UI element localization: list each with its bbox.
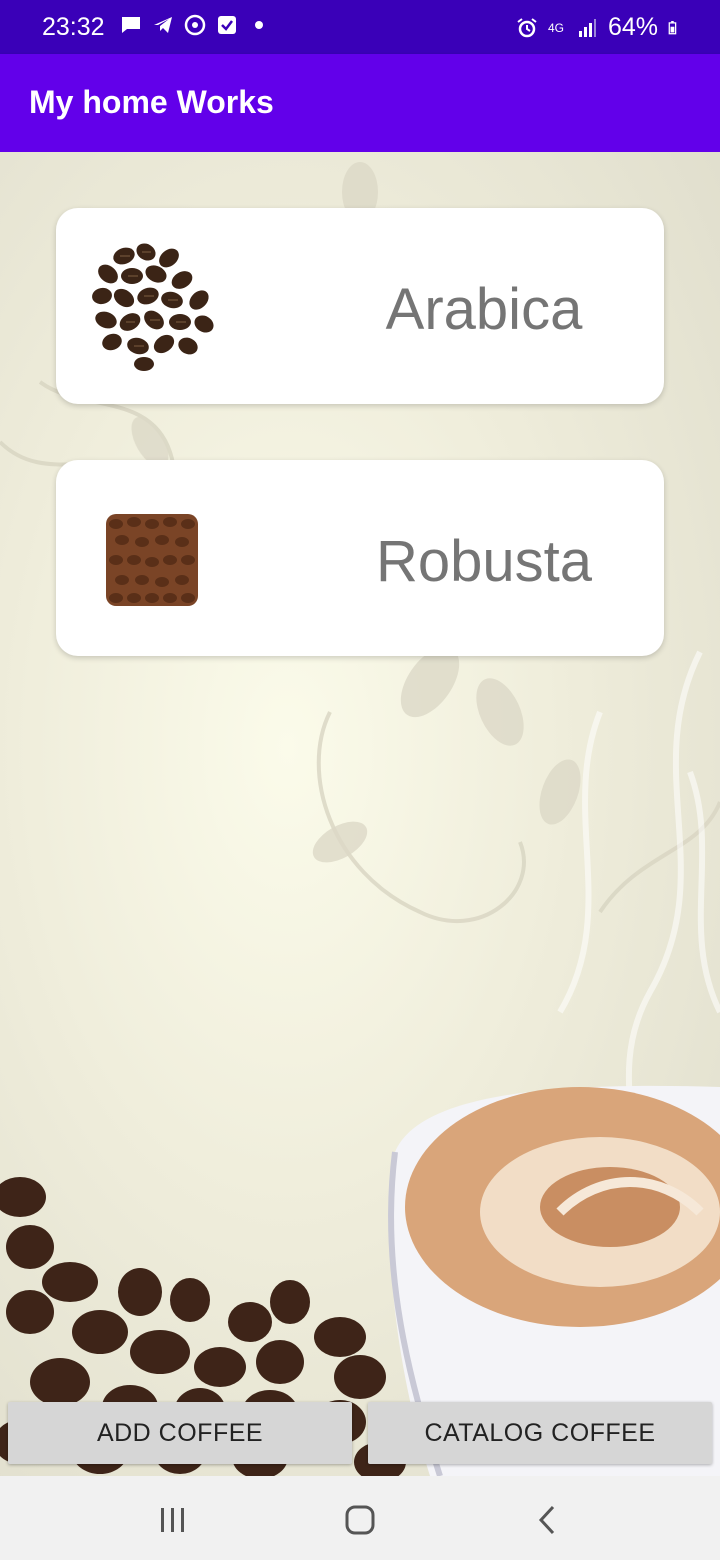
coffee-card-arabica[interactable]: Arabica (56, 208, 664, 404)
card-label-arabica: Arabica (385, 277, 583, 342)
message-icon (122, 17, 140, 33)
battery-icon (668, 20, 677, 34)
coffee-background: Arabica Robusta (0, 152, 720, 1476)
coffee-beans-pile-icon (92, 243, 214, 371)
status-time: 23:32 (42, 13, 105, 41)
app-title: My home Works (29, 84, 274, 120)
battery-percent: 64% (607, 13, 658, 41)
telegram-icon (154, 17, 172, 33)
dot-icon (255, 21, 263, 29)
network-type: 4G (547, 20, 564, 35)
system-status: 4G 64% (516, 13, 682, 42)
catalog-coffee-button[interactable]: CATALOG COFFEE (368, 1402, 712, 1464)
app-bar: My home Works (0, 54, 720, 152)
navigation-bar (0, 1476, 720, 1560)
back-icon[interactable] (535, 1504, 559, 1536)
recents-icon[interactable] (158, 1506, 188, 1534)
coffee-card-robusta[interactable]: Robusta (56, 460, 664, 656)
checkbox-icon (218, 16, 236, 34)
coffee-beans-square-icon (106, 514, 198, 606)
signal-icon (578, 18, 596, 37)
alarm-icon (517, 17, 537, 37)
status-bar: 23:32 4G 64% (0, 0, 720, 54)
home-icon[interactable] (344, 1504, 376, 1536)
card-label-robusta: Robusta (375, 529, 593, 594)
sync-icon (184, 14, 206, 36)
add-coffee-button[interactable]: ADD COFFEE (8, 1402, 352, 1464)
notification-icons (120, 14, 270, 36)
